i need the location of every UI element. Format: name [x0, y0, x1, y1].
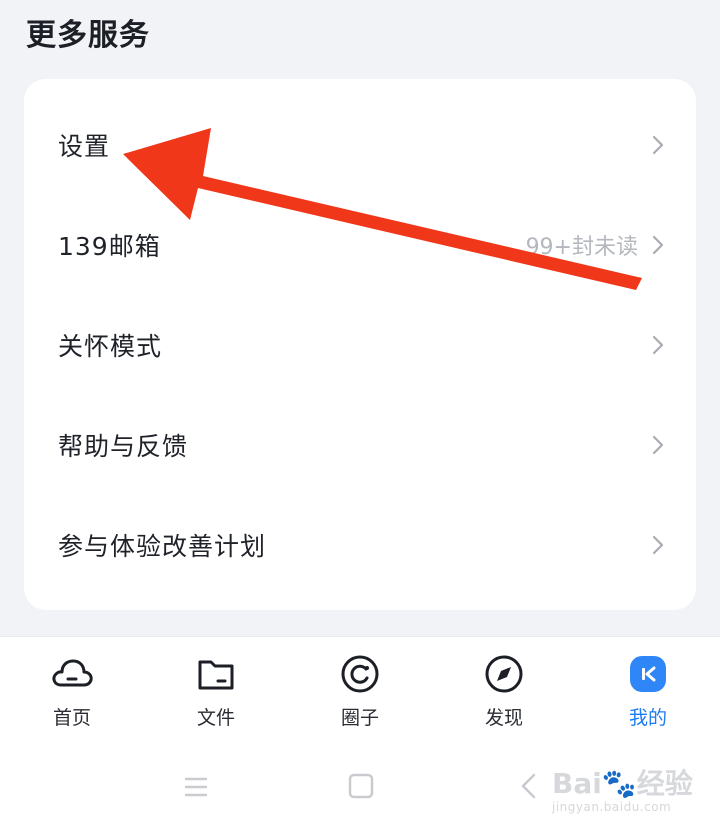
menu-item-label: 关怀模式	[58, 332, 163, 361]
menu-item-label: 帮助与反馈	[58, 432, 189, 461]
menu-item-label: 设置	[58, 132, 111, 161]
profile-icon	[630, 656, 666, 692]
unread-count: 99+封未读	[525, 235, 638, 260]
watermark-brand-cn: 经验	[636, 767, 693, 800]
tab-mine[interactable]: 我的	[598, 651, 698, 730]
menu-item-139-mail[interactable]: 139邮箱 99+封未读	[24, 195, 696, 295]
tab-label: 发现	[484, 707, 523, 729]
tab-label: 圈子	[340, 707, 379, 729]
tab-label: 我的	[628, 707, 667, 729]
chevron-right-icon	[652, 235, 664, 255]
tab-label: 文件	[196, 707, 235, 729]
tab-label: 首页	[52, 707, 91, 729]
home-icon[interactable]	[348, 772, 374, 800]
chevron-right-icon	[652, 335, 664, 355]
section-title: 更多服务	[26, 18, 150, 53]
watermark-domain: jingyan.baidu.com	[552, 800, 672, 814]
folder-icon	[198, 660, 234, 690]
paw-icon: 🐾	[601, 767, 637, 800]
menu-item-label: 139邮箱	[58, 232, 161, 261]
menu-item-experience-program[interactable]: 参与体验改善计划	[24, 495, 696, 595]
tab-discover[interactable]: 发现	[454, 651, 554, 730]
tab-bar: 首页 文件 圈子 发现 我的	[0, 636, 720, 747]
cloud-icon	[52, 659, 93, 687]
services-card: 设置 139邮箱 99+封未读 关怀模式 帮助与反馈 参与体验改善计划	[24, 79, 696, 610]
watermark: Bai🐾经验 jingyan.baidu.com	[552, 762, 702, 822]
menu-item-care-mode[interactable]: 关怀模式	[24, 295, 696, 395]
tab-circles[interactable]: 圈子	[310, 651, 410, 730]
chevron-right-icon	[652, 435, 664, 455]
menu-item-settings[interactable]: 设置	[24, 95, 696, 195]
watermark-brand: Bai	[552, 767, 602, 800]
menu-icon[interactable]	[184, 777, 208, 797]
chevron-right-icon	[652, 135, 664, 155]
tab-home[interactable]: 首页	[22, 651, 122, 730]
chevron-right-icon	[652, 535, 664, 555]
compass-icon	[485, 655, 523, 693]
menu-item-label: 参与体验改善计划	[58, 532, 267, 561]
tab-files[interactable]: 文件	[166, 651, 266, 730]
menu-item-help-feedback[interactable]: 帮助与反馈	[24, 395, 696, 495]
back-icon[interactable]	[518, 772, 538, 800]
circle-refresh-icon	[341, 655, 379, 693]
